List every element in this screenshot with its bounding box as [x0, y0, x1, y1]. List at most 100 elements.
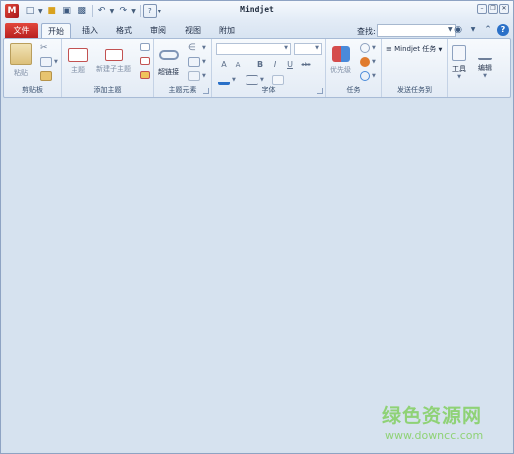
- chevron-down-icon: ▼: [483, 73, 487, 79]
- underline-button[interactable]: U: [284, 59, 296, 71]
- priority-label: 优先级: [330, 66, 351, 74]
- ribbon: 粘贴 ✂ ▼ 剪贴板 主题 新建子主题 添加主题 超链接 ∈ ▼ ▼ ▼ 主题元…: [3, 38, 511, 98]
- topic-icon: [68, 48, 88, 62]
- find-label: 查找:: [357, 27, 376, 36]
- notes-icon[interactable]: [188, 57, 200, 67]
- chevron-down-icon[interactable]: ▼: [372, 45, 376, 51]
- tab-format[interactable]: 格式: [111, 23, 137, 39]
- edit-icon: [478, 46, 492, 60]
- title-bar: M □ ▼ ■ ▣ ▩ ↶ ▼ ↷ ▼ ? ▾ Mindjet – ❐ ✕: [1, 1, 513, 21]
- collapse-ribbon-icon[interactable]: ⌃: [482, 24, 494, 36]
- attachment-icon[interactable]: ∈: [188, 43, 200, 53]
- chevron-down-icon[interactable]: ▼: [202, 45, 206, 51]
- group-tools: 工具 ▼ 编辑 ▼: [450, 39, 510, 97]
- resource-icon[interactable]: [360, 57, 370, 67]
- help-icon[interactable]: ?: [497, 24, 509, 36]
- list-icon: ≡: [386, 45, 392, 53]
- relationship-topic-icon[interactable]: [140, 57, 150, 65]
- group-font: ▼ ▼ A A B I U abc ▼ ▼ 字体: [212, 39, 326, 97]
- tools-icon: [452, 45, 466, 61]
- calendar-icon[interactable]: [360, 71, 370, 81]
- paste-icon: [10, 43, 32, 65]
- tools-label: 工具: [452, 65, 466, 73]
- edit-label: 编辑: [478, 64, 492, 72]
- progress-icon[interactable]: [360, 43, 370, 53]
- topic-button[interactable]: 主题: [68, 43, 88, 75]
- tools-button[interactable]: 工具 ▼: [452, 43, 466, 80]
- group-label-clipboard: 剪贴板: [22, 86, 43, 94]
- priority-button[interactable]: 优先级: [330, 43, 351, 75]
- restore-icon[interactable]: ❐: [488, 4, 498, 14]
- new-subtopic-label: 新建子主题: [96, 65, 131, 73]
- tab-view[interactable]: 视图: [180, 23, 206, 39]
- copy-icon[interactable]: [40, 57, 52, 67]
- callout-topic-icon[interactable]: [140, 43, 150, 51]
- tab-insert[interactable]: 插入: [77, 23, 103, 39]
- bold-button[interactable]: B: [254, 59, 266, 71]
- topic-label: 主题: [71, 66, 85, 74]
- tab-file[interactable]: 文件: [5, 23, 38, 39]
- map-canvas[interactable]: [3, 99, 511, 451]
- italic-button[interactable]: I: [269, 59, 281, 71]
- group-label-task: 任务: [346, 86, 361, 94]
- chevron-down-icon[interactable]: ▼: [202, 59, 206, 65]
- chevron-down-icon: ▼: [315, 45, 319, 51]
- chevron-down-icon[interactable]: ▼: [467, 24, 479, 36]
- cut-icon[interactable]: ✂: [40, 43, 52, 53]
- mindjet-task-button[interactable]: ≡ Mindjet 任务 ▼: [386, 44, 442, 54]
- group-label-font: 字体: [261, 86, 276, 94]
- watermark-title: 绿色资源网: [382, 405, 483, 427]
- priority-icon: [331, 46, 350, 62]
- paste-button[interactable]: 粘贴: [10, 43, 32, 78]
- hyperlink-button[interactable]: 超链接: [158, 43, 179, 77]
- window-controls: – ❐ ✕: [476, 4, 509, 14]
- group-label-send-task: 发送任务到: [397, 86, 432, 94]
- mindjet-task-label: Mindjet 任务: [394, 45, 437, 53]
- ribbon-right-icons: ◉ ▼ ⌃ ?: [449, 24, 509, 36]
- font-size-select[interactable]: ▼: [294, 43, 322, 55]
- image-icon[interactable]: [188, 71, 200, 81]
- group-task: 优先级 ▼ ▼ ▼ 任务: [326, 39, 382, 97]
- tab-review[interactable]: 审阅: [145, 23, 171, 39]
- font-color-icon[interactable]: [218, 75, 230, 85]
- boundary-topic-icon[interactable]: [140, 71, 150, 79]
- app-title: Mindjet: [240, 5, 274, 14]
- tab-addins[interactable]: 附加: [214, 23, 240, 39]
- chevron-down-icon: ▼: [438, 47, 443, 53]
- chevron-down-icon: ▼: [284, 45, 288, 51]
- minimize-icon[interactable]: –: [477, 4, 487, 14]
- group-label-topic-elements: 主题元素: [168, 86, 197, 94]
- close-icon[interactable]: ✕: [499, 4, 509, 14]
- edit-button[interactable]: 编辑 ▼: [478, 43, 492, 79]
- chevron-down-icon[interactable]: ▼: [232, 77, 236, 83]
- chevron-down-icon[interactable]: ▼: [202, 73, 206, 79]
- clear-format-icon[interactable]: [272, 75, 284, 85]
- hyperlink-label: 超链接: [158, 68, 179, 76]
- group-clipboard: 粘贴 ✂ ▼ 剪贴板: [4, 39, 62, 97]
- app-window: M □ ▼ ■ ▣ ▩ ↶ ▼ ↷ ▼ ? ▾ Mindjet – ❐ ✕ 文件…: [0, 0, 514, 454]
- align-icon[interactable]: [246, 75, 258, 85]
- watermark-url: www.downcc.com: [385, 429, 484, 442]
- chevron-down-icon[interactable]: ▼: [372, 59, 376, 65]
- ribbon-tab-row: 文件 开始 插入 格式 审阅 视图 附加 查找: ▼ ◉ ▼ ⌃ ?: [1, 21, 513, 39]
- group-send-task: ≡ Mindjet 任务 ▼ 发送任务到: [382, 39, 448, 97]
- chevron-down-icon[interactable]: ▼: [54, 59, 58, 65]
- chevron-down-icon[interactable]: ▼: [260, 77, 264, 83]
- group-add-topic: 主题 新建子主题 添加主题: [62, 39, 154, 97]
- chevron-down-icon[interactable]: ▼: [372, 73, 376, 79]
- tab-home[interactable]: 开始: [41, 23, 71, 39]
- strikethrough-button[interactable]: abc: [300, 59, 312, 71]
- font-family-select[interactable]: ▼: [216, 43, 291, 55]
- binoculars-icon[interactable]: ◉: [452, 24, 464, 36]
- shrink-font-button[interactable]: A: [232, 59, 244, 71]
- group-topic-elements: 超链接 ∈ ▼ ▼ ▼ 主题元素: [154, 39, 212, 97]
- new-subtopic-button[interactable]: 新建子主题: [96, 43, 131, 74]
- grow-font-button[interactable]: A: [218, 59, 230, 71]
- format-painter-icon[interactable]: [40, 71, 52, 81]
- subtopic-icon: [104, 49, 123, 61]
- hyperlink-icon: [158, 50, 179, 60]
- chevron-down-icon: ▼: [457, 74, 461, 80]
- find-input[interactable]: [377, 24, 456, 37]
- paste-label: 粘贴: [14, 69, 28, 77]
- group-label-add-topic: 添加主题: [93, 86, 122, 94]
